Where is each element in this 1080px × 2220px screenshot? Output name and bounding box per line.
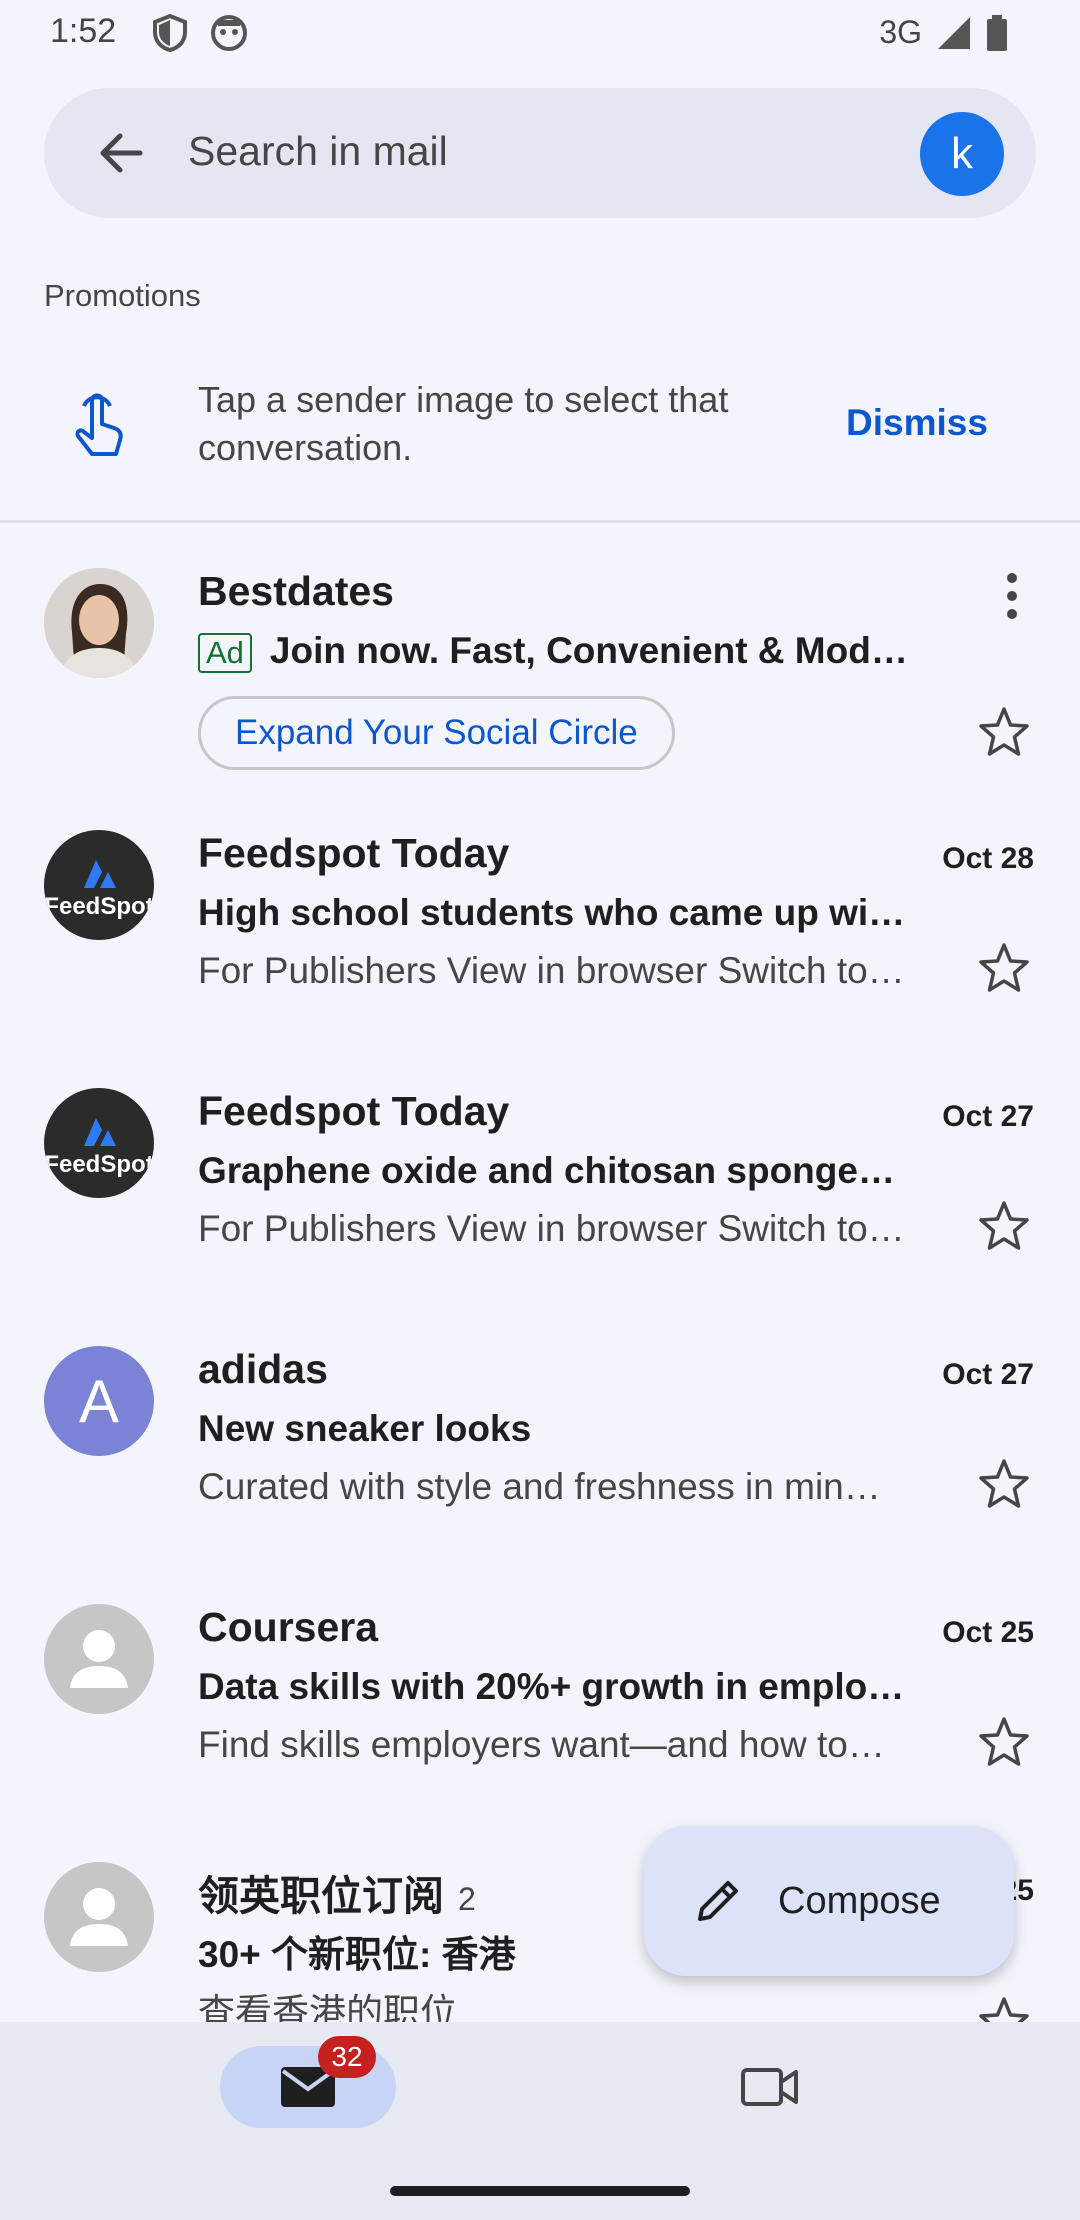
email-subject: New sneaker looks: [198, 1408, 532, 1449]
sender-name: 领英职位订阅 2: [198, 1873, 476, 1919]
star-icon[interactable]: [976, 1714, 1032, 1770]
email-snippet: Curated with style and freshness in min…: [198, 1466, 881, 1507]
ad-subject: Ad Join now. Fast, Convenient & Mod…: [198, 630, 950, 673]
ad-badge: Ad: [198, 633, 252, 673]
email-snippet: 查看香港的职位: [198, 1992, 457, 2022]
email-subject: High school students who came up wi…: [198, 892, 906, 933]
divider: [0, 520, 1080, 523]
home-indicator[interactable]: [390, 2186, 690, 2196]
tip-banner: Tap a sender image to select that conver…: [0, 340, 1080, 520]
status-time: 1:52: [50, 12, 117, 50]
section-label: Promotions: [44, 278, 201, 313]
email-subject: Graphene oxide and chitosan sponge…: [198, 1150, 895, 1191]
email-row[interactable]: FeedSpot Feedspot Today Oct 28 High scho…: [0, 830, 1080, 1088]
svg-text:FeedSpot: FeedSpot: [44, 893, 153, 920]
email-date: Oct 27: [942, 1100, 1034, 1133]
sender-name: Bestdates: [198, 568, 394, 614]
android-robot-icon: [211, 15, 247, 51]
account-avatar[interactable]: k: [920, 112, 1004, 196]
email-snippet: For Publishers View in browser Switch to…: [198, 1208, 905, 1249]
email-subject: Data skills with 20%+ growth in emplo…: [198, 1666, 905, 1707]
email-date: Oct 28: [942, 842, 1034, 875]
email-date: Oct 27: [942, 1358, 1034, 1391]
touch-hand-icon: [75, 393, 123, 456]
sender-name: Feedspot Today: [198, 830, 510, 876]
back-arrow-icon[interactable]: [94, 126, 148, 180]
person-photo-icon: [44, 568, 154, 678]
bottom-navigation: 32: [0, 2022, 1080, 2220]
feedspot-avatar[interactable]: FeedSpot: [44, 830, 154, 940]
star-icon[interactable]: [976, 704, 1032, 760]
person-avatar[interactable]: [44, 1604, 154, 1714]
person-avatar[interactable]: [44, 1862, 154, 1972]
email-row[interactable]: Coursera Oct 25 Data skills with 20%+ gr…: [0, 1604, 1080, 1862]
compose-button[interactable]: Compose: [644, 1826, 1014, 1976]
unread-badge: 32: [318, 2036, 376, 2078]
feedspot-logo-icon: FeedSpot: [44, 860, 154, 920]
status-bar: 1:52 3G: [0, 0, 1080, 70]
email-date: Oct 25: [942, 1616, 1034, 1649]
person-icon: [70, 1888, 128, 1946]
ad-sender-avatar[interactable]: [44, 568, 154, 678]
email-snippet: For Publishers View in browser Switch to…: [198, 950, 905, 991]
star-icon[interactable]: [976, 1994, 1032, 2022]
search-input[interactable]: Search in mail: [188, 128, 448, 175]
feedspot-logo-icon: FeedSpot: [44, 1118, 154, 1178]
shield-icon: [153, 14, 187, 52]
email-row[interactable]: A adidas Oct 27 New sneaker looks Curate…: [0, 1346, 1080, 1604]
email-snippet: Find skills employers want—and how to…: [198, 1724, 885, 1765]
more-vert-icon[interactable]: [1002, 572, 1022, 620]
signal-icon: [938, 16, 970, 49]
star-icon[interactable]: [976, 1456, 1032, 1512]
ad-row[interactable]: Bestdates Ad Join now. Fast, Convenient &…: [0, 568, 1080, 826]
email-row[interactable]: FeedSpot Feedspot Today Oct 27 Graphene …: [0, 1088, 1080, 1346]
dismiss-button[interactable]: Dismiss: [846, 402, 988, 444]
feedspot-avatar[interactable]: FeedSpot: [44, 1088, 154, 1198]
compose-label: Compose: [778, 1879, 941, 1922]
person-icon: [70, 1630, 128, 1688]
battery-icon: [987, 14, 1007, 51]
search-bar[interactable]: Search in mail k: [44, 88, 1036, 218]
network-type: 3G: [879, 14, 922, 50]
letter-avatar[interactable]: A: [44, 1346, 154, 1456]
star-icon[interactable]: [976, 940, 1032, 996]
sender-name: Coursera: [198, 1604, 379, 1650]
thread-count: 2: [458, 1881, 476, 1917]
ad-cta-button[interactable]: Expand Your Social Circle: [198, 696, 675, 770]
star-icon[interactable]: [976, 1198, 1032, 1254]
sender-name: Feedspot Today: [198, 1088, 510, 1134]
tip-text: Tap a sender image to select that conver…: [198, 379, 729, 468]
pencil-icon: [698, 1881, 738, 1921]
sender-name: adidas: [198, 1346, 328, 1392]
svg-text:FeedSpot: FeedSpot: [44, 1151, 153, 1178]
meet-video-icon[interactable]: [740, 2062, 800, 2112]
